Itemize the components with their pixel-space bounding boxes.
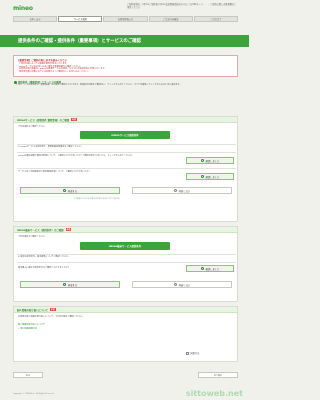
back-button[interactable]: 戻る	[13, 372, 43, 378]
step-4: ご注文内容確認	[148, 16, 193, 22]
radio-icon	[62, 283, 66, 286]
panel-mineo-service: mineoサービス（提供条件 重要事項）のご確認 必須 下記の資料をご確認くださ…	[13, 116, 238, 222]
top-note: ご契約者様は、(IIJmioご契約者) IIJmio会員情報登録済み/ひとつのS…	[127, 3, 237, 9]
progress-steps: お申し込み サービス選択 お客様情報入力 ご注文内容確認 ご注文完了	[13, 16, 239, 22]
confirm-label: 確認しました	[205, 159, 220, 163]
radio-icon	[200, 159, 204, 162]
step-1: お申し込み	[13, 16, 58, 22]
copyright: Copyright © OPTAGE Inc. All Rights Reser…	[13, 393, 55, 395]
page-title: 提供条件のご確認・提供条件（重要事項）とサービスのご確認	[0, 35, 249, 47]
question-2: サービスのご利用開始日や契約解除料等について、ご確認いただきましたか？	[18, 171, 91, 173]
panel-privacy: 個人情報の取り扱いについて 必須 お客様の個人情報の取り扱いについて、下記の内容…	[13, 306, 238, 362]
agree-option[interactable]: 同意する	[20, 187, 120, 194]
confirm-choice-2[interactable]: 確認しました	[186, 173, 234, 180]
panel-note: ※ 端末の提供条件、端末補償についてご確認ください。	[18, 256, 71, 258]
checkbox-icon	[186, 351, 189, 355]
required-badge: 必須	[50, 307, 56, 312]
required-badge: 必須	[65, 227, 72, 232]
service-conditions-button[interactable]: mineoサービス提供条件	[80, 131, 170, 139]
divider	[17, 152, 236, 153]
watermark: sittoweb.net	[185, 389, 243, 398]
next-button[interactable]: 次へ進む	[198, 372, 238, 378]
panel-note: ※ mineoサービスの提供条件、重要事項説明書等をご確認ください。	[18, 146, 83, 148]
question-1: mineoの通信速度や通信の制限について、ご確認いただきましたか？ご確認が終わり…	[18, 155, 135, 157]
panel-header: mineo端末サービス（提供条件）のご確認 必須	[14, 227, 237, 233]
mineo-logo[interactable]: mineo	[13, 5, 33, 12]
step-5: ご注文完了	[193, 16, 239, 22]
divider	[17, 254, 236, 255]
step-3: お客様情報入力	[103, 16, 148, 22]
confirm-label: 確認しました	[205, 267, 220, 271]
agree-option[interactable]: 同意する	[20, 281, 120, 288]
question-1: 端末購入に関する提供条件をご確認いただきましたか？	[18, 267, 70, 269]
divider	[17, 144, 236, 145]
agree-note: ※ 同意いただけない場合はお申し込みいただけません。	[74, 198, 122, 200]
divider	[17, 168, 236, 169]
disagree-option[interactable]: 同意しない	[132, 281, 232, 288]
checkbox-label: 同意する	[190, 352, 200, 355]
alert-title: 【重要事項】ご契約の前に必ずお読みください	[17, 59, 68, 62]
confirm-choice-device[interactable]: 確認しました	[186, 265, 234, 272]
alert-line: ・提供条件書に記載されている内容をよくご確認の上、お申し込みください。	[17, 71, 90, 74]
panel-header-label: mineoサービス（提供条件 重要事項）のご確認	[17, 118, 70, 122]
disagree-option[interactable]: 同意しない	[132, 187, 232, 194]
privacy-agree-checkbox[interactable]: 同意する	[186, 351, 199, 355]
confirm-label: 確認しました	[205, 175, 220, 179]
radio-icon	[173, 283, 177, 286]
radio-icon	[62, 189, 66, 192]
panel-header: 個人情報の取り扱いについて 必須	[14, 307, 237, 313]
panel-header: mineoサービス（提供条件 重要事項）のご確認 必須	[14, 117, 237, 123]
confirm-choice-1[interactable]: 確認しました	[186, 157, 234, 164]
agree-label: 同意する	[67, 189, 78, 193]
divider	[17, 262, 236, 263]
disagree-label: 同意しない	[178, 283, 191, 287]
radio-icon	[200, 175, 204, 178]
footer-nav: 戻る 次へ進む	[13, 372, 238, 378]
panel-header-label: 個人情報の取り扱いについて	[17, 308, 49, 312]
panel-header-label: mineo端末サービス（提供条件）のご確認	[17, 228, 64, 232]
privacy-link[interactable]: 個人情報の取り扱いについて	[18, 323, 45, 326]
panel-intro: 下記の資料をご確認ください	[18, 126, 46, 128]
radio-icon	[200, 267, 204, 270]
privacy-text: お客様の個人情報の取り扱いについて、下記の内容をご確認ください。	[18, 316, 85, 318]
radio-icon	[173, 189, 177, 192]
privacy-policy-link[interactable]: > 個人情報保護方針	[18, 327, 37, 330]
device-conditions-button[interactable]: mineo端末サービス提供条件	[80, 242, 170, 250]
disagree-label: 同意しない	[178, 189, 191, 193]
description: このページでは提供条件（重要事項）の内容をご確認いただきます。各項目の内容をご確…	[16, 84, 182, 86]
required-badge: 必須	[71, 117, 77, 122]
alert-box: 【重要事項】ご契約の前に必ずお読みください ・ご契約内容によっては事務手数料が発…	[13, 55, 238, 77]
agree-label: 同意する	[67, 283, 78, 287]
step-2: サービス選択	[58, 16, 103, 22]
panel-device-service: mineo端末サービス（提供条件）のご確認 必須 下記の資料をご確認ください m…	[13, 226, 238, 302]
panel-intro: 下記の資料をご確認ください	[18, 236, 46, 238]
